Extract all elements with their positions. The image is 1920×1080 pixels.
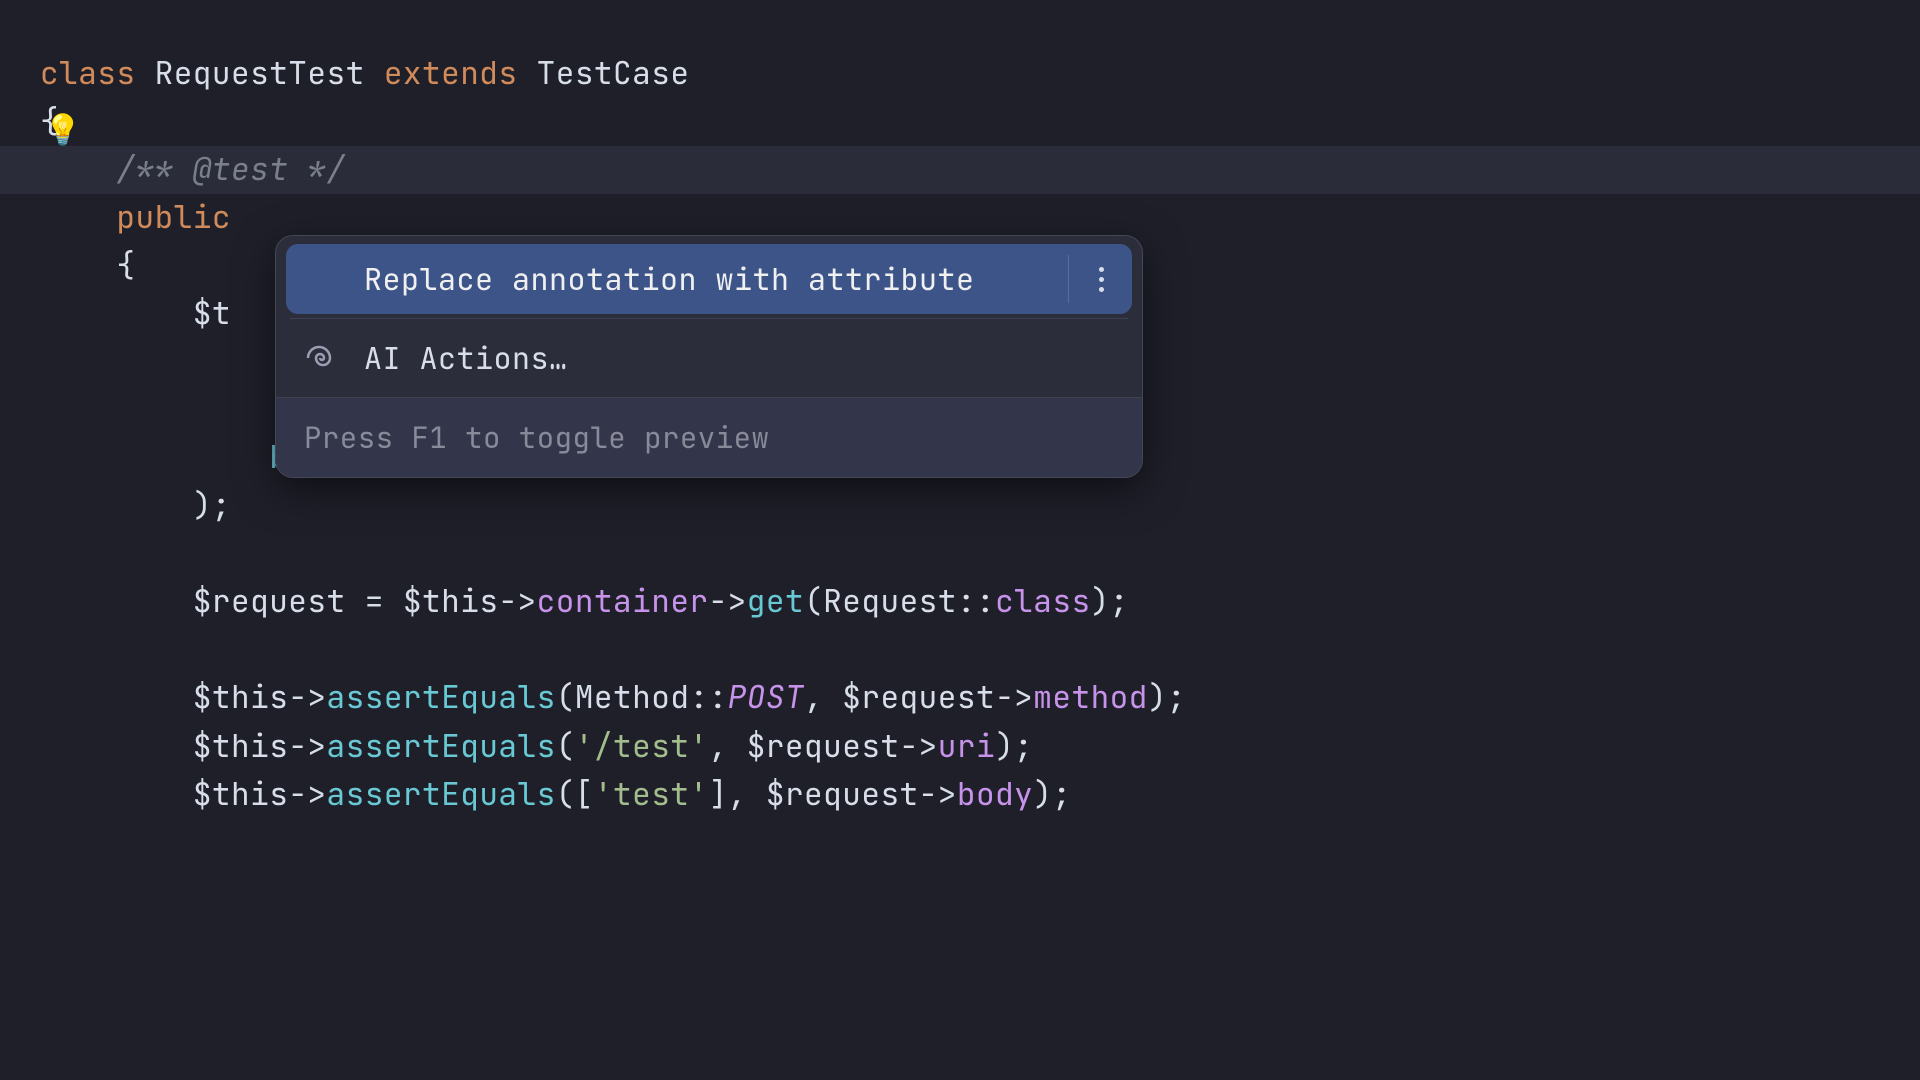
- paren-close: );: [193, 485, 231, 526]
- variable: $request: [193, 581, 346, 622]
- assert-method: assertEquals: [327, 677, 556, 718]
- doc-comment: /** @test */: [116, 149, 345, 190]
- string-literal: 'test': [594, 774, 709, 815]
- more-options-button[interactable]: [1068, 255, 1116, 303]
- intention-ai-actions[interactable]: AI Actions…: [276, 319, 1142, 397]
- lightbulb-icon[interactable]: 💡: [44, 114, 82, 144]
- code-line: );: [40, 482, 1880, 530]
- code-line: $this->assertEquals(['test'], $request->…: [40, 771, 1880, 819]
- class-name: RequestTest: [155, 53, 384, 94]
- brace-open: {: [116, 245, 135, 286]
- intention-replace-annotation[interactable]: Replace annotation with attribute: [286, 244, 1132, 314]
- constant: POST: [728, 677, 804, 718]
- assert-method: assertEquals: [327, 774, 556, 815]
- vertical-dots-icon: [1099, 267, 1104, 292]
- keyword-extends: extends: [384, 53, 537, 94]
- code-line: [40, 626, 1880, 674]
- code-line: class RequestTest extends TestCase: [40, 50, 1880, 98]
- assert-method: assertEquals: [327, 726, 556, 767]
- parent-class: TestCase: [537, 53, 690, 94]
- intention-label: Replace annotation with attribute: [364, 259, 1056, 299]
- code-line: {: [40, 98, 1880, 146]
- intention-icon: [302, 259, 342, 299]
- string-literal: '/test': [575, 726, 709, 767]
- code-line: $this->assertEquals('/test', $request->u…: [40, 723, 1880, 771]
- variable-partial: $t: [193, 293, 231, 334]
- keyword-class: class: [40, 53, 155, 94]
- keyword-public: public: [116, 197, 250, 238]
- code-line: [40, 530, 1880, 578]
- code-line-highlighted: /** @test */: [0, 146, 1920, 194]
- method-call: get: [747, 581, 804, 622]
- popup-footer-hint: Press F1 to toggle preview: [276, 398, 1142, 477]
- code-line: $request = $this->container->get(Request…: [40, 578, 1880, 626]
- intention-label: AI Actions…: [364, 338, 1116, 378]
- code-line: $this->assertEquals(Method::POST, $reque…: [40, 674, 1880, 722]
- ai-spiral-icon: [302, 338, 342, 378]
- intention-popup: Replace annotation with attribute AI Act…: [275, 235, 1143, 478]
